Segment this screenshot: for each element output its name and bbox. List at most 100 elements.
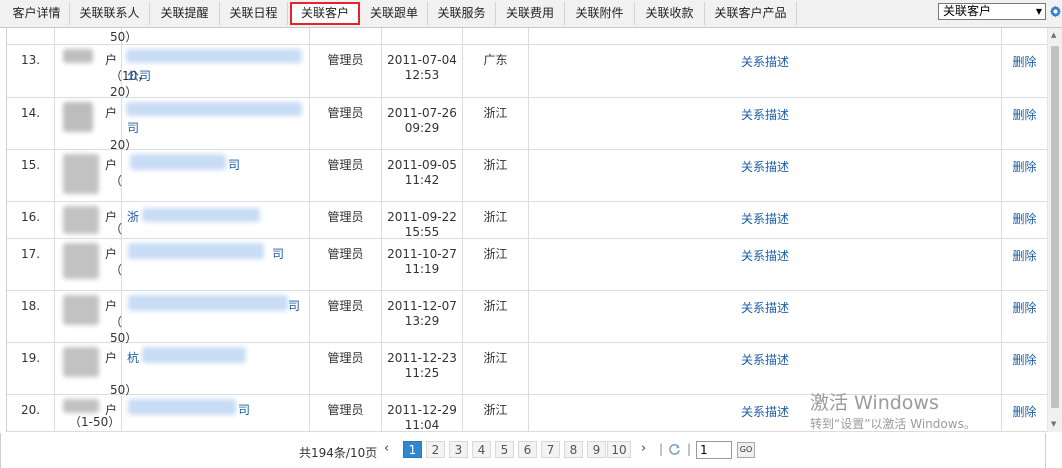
action-cell: 删除 — [1002, 395, 1047, 431]
customer-name-link[interactable]: 公司 — [127, 67, 151, 84]
customer-name-link[interactable]: 司 — [288, 297, 300, 314]
table-row-partial: 50） — [7, 28, 1047, 45]
chevron-down-icon: ▼ — [1035, 7, 1042, 16]
date-cell: 2011-10-27 11:19 — [382, 239, 463, 290]
relation-description-link[interactable]: 关系描述 — [529, 299, 1001, 316]
created-time: 11:25 — [404, 366, 440, 380]
tab-related-services[interactable]: 关联服务 — [428, 2, 496, 25]
delete-link[interactable]: 删除 — [1002, 106, 1047, 123]
customer-name-link[interactable]: 浙 — [127, 208, 139, 225]
tab-related-payments[interactable]: 关联收款 — [635, 2, 705, 25]
delete-link[interactable]: 删除 — [1002, 403, 1047, 420]
customer-type-cell: 户 （ — [55, 150, 122, 201]
tab-customer-details[interactable]: 客户详情 — [4, 2, 70, 25]
customer-type: 户 — [105, 106, 118, 120]
customer-name-cell: 浙 — [122, 202, 310, 238]
delete-link[interactable]: 删除 — [1002, 299, 1047, 316]
customer-size: （ — [110, 315, 123, 329]
tab-related-customers[interactable]: 关联客户 — [290, 2, 360, 25]
table-row: 17. 户 （ 司 管理员 2011-10-27 11:19 浙江 关系描述 删… — [7, 239, 1047, 291]
customer-name-cell: 公司 — [122, 45, 310, 97]
page-3-button[interactable]: 3 — [449, 441, 468, 458]
table-row: 15. 户 （ 司 管理员 2011-09-05 11:42 浙江 关系描述 删… — [7, 150, 1047, 202]
description-cell: 关系描述 — [529, 150, 1002, 201]
page-4-button[interactable]: 4 — [472, 441, 491, 458]
customer-name-link[interactable]: 司 — [238, 401, 250, 418]
tab-related-reminders[interactable]: 关联提醒 — [150, 2, 220, 25]
creator: 管理员 — [310, 98, 382, 149]
pager-divider: | — [659, 442, 664, 456]
page-8-button[interactable]: 8 — [564, 441, 583, 458]
created-date: 2011-12-29 — [387, 403, 457, 417]
related-customers-table: 50） 13. 户 （10， 20） 公司 管理员 2011-07-04 12:… — [6, 28, 1048, 432]
customer-name-link[interactable]: 司 — [127, 119, 139, 136]
customer-type-cell: 户 （1-50） — [55, 395, 122, 431]
creator-cell — [310, 28, 382, 44]
relation-type-select-value: 关联客户 — [943, 4, 992, 18]
relation-description-link[interactable]: 关系描述 — [529, 247, 1001, 264]
page-6-button[interactable]: 6 — [518, 441, 537, 458]
page-5-button[interactable]: 5 — [495, 441, 514, 458]
customer-size: （ — [110, 222, 123, 236]
page-2-button[interactable]: 2 — [426, 441, 445, 458]
table-row: 14. 户 20） 司 管理员 2011-07-26 09:29 浙江 关系描述… — [7, 98, 1047, 152]
creator: 管理员 — [310, 343, 382, 394]
created-time: 11:42 — [404, 173, 440, 187]
gear-icon[interactable] — [1049, 5, 1062, 18]
customer-type-cell: 户 （10， 20） — [55, 45, 149, 99]
next-page-button[interactable]: › — [641, 441, 646, 456]
description-cell: 关系描述 — [529, 98, 1002, 149]
customer-name-link[interactable]: 杭 — [127, 349, 139, 366]
relation-description-link[interactable]: 关系描述 — [529, 210, 1001, 227]
page-10-button[interactable]: 10 — [607, 441, 631, 458]
created-date: 2011-07-26 — [387, 106, 457, 120]
prev-page-button[interactable]: ‹ — [384, 441, 389, 456]
tab-related-expenses[interactable]: 关联费用 — [496, 2, 565, 25]
table-row: 18. 户 （ 50） 司 管理员 2011-12-07 13:29 浙江 关系… — [7, 291, 1047, 345]
relation-description-link[interactable]: 关系描述 — [529, 158, 1001, 175]
delete-link[interactable]: 删除 — [1002, 53, 1047, 70]
scrollbar-thumb[interactable] — [1051, 46, 1059, 408]
created-date: 2011-09-22 — [387, 210, 457, 224]
page-1-button[interactable]: 1 — [403, 441, 422, 458]
refresh-icon[interactable] — [668, 443, 681, 456]
customer-name-link[interactable]: 司 — [272, 245, 284, 262]
tab-related-attachments[interactable]: 关联附件 — [565, 2, 635, 25]
action-cell — [1002, 28, 1047, 44]
activation-watermark-title: 激活 Windows — [810, 392, 939, 414]
created-date: 2011-12-23 — [387, 351, 457, 365]
customer-name-cell: 司 — [122, 395, 310, 431]
customer-size: （1-50） — [69, 415, 121, 429]
go-button[interactable]: GO — [737, 442, 755, 458]
customer-name-link[interactable]: 司 — [228, 156, 240, 173]
customer-name-cell: 司 — [122, 98, 310, 149]
relation-type-select[interactable]: 关联客户 ▼ — [938, 3, 1046, 20]
page-number-input[interactable] — [696, 441, 732, 459]
page-7-button[interactable]: 7 — [541, 441, 560, 458]
customer-name-cell: 司 — [122, 239, 310, 290]
delete-link[interactable]: 删除 — [1002, 351, 1047, 368]
row-number: 19. — [7, 343, 55, 394]
customer-type: 户 — [105, 158, 118, 172]
created-date: 2011-07-04 — [387, 53, 457, 67]
tab-related-schedule[interactable]: 关联日程 — [220, 2, 288, 25]
tab-related-followups[interactable]: 关联跟单 — [361, 2, 428, 25]
customer-name-cell — [122, 28, 310, 44]
delete-link[interactable]: 删除 — [1002, 158, 1047, 175]
page-9-button[interactable]: 9 — [587, 441, 606, 458]
relation-description-link[interactable]: 关系描述 — [529, 106, 1001, 123]
arrow-up-icon[interactable]: ▲ — [1051, 31, 1056, 39]
vertical-scrollbar[interactable]: ▲ ▼ — [1047, 28, 1062, 432]
arrow-down-icon[interactable]: ▼ — [1051, 420, 1056, 428]
customer-name-cell: 司 — [122, 150, 310, 201]
tab-related-customer-products[interactable]: 关联客户产品 — [705, 2, 797, 25]
delete-link[interactable]: 删除 — [1002, 247, 1047, 264]
activation-watermark-subtitle: 转到“设置”以激活 Windows。 — [810, 417, 976, 431]
relation-description-link[interactable]: 关系描述 — [529, 351, 1001, 368]
region: 浙江 — [463, 239, 529, 290]
delete-link[interactable]: 删除 — [1002, 210, 1047, 227]
tab-related-contacts[interactable]: 关联联系人 — [70, 2, 150, 25]
created-date: 2011-09-05 — [387, 158, 457, 172]
pagination-total: 共194条/10页 — [299, 446, 378, 460]
relation-description-link[interactable]: 关系描述 — [529, 53, 1001, 70]
